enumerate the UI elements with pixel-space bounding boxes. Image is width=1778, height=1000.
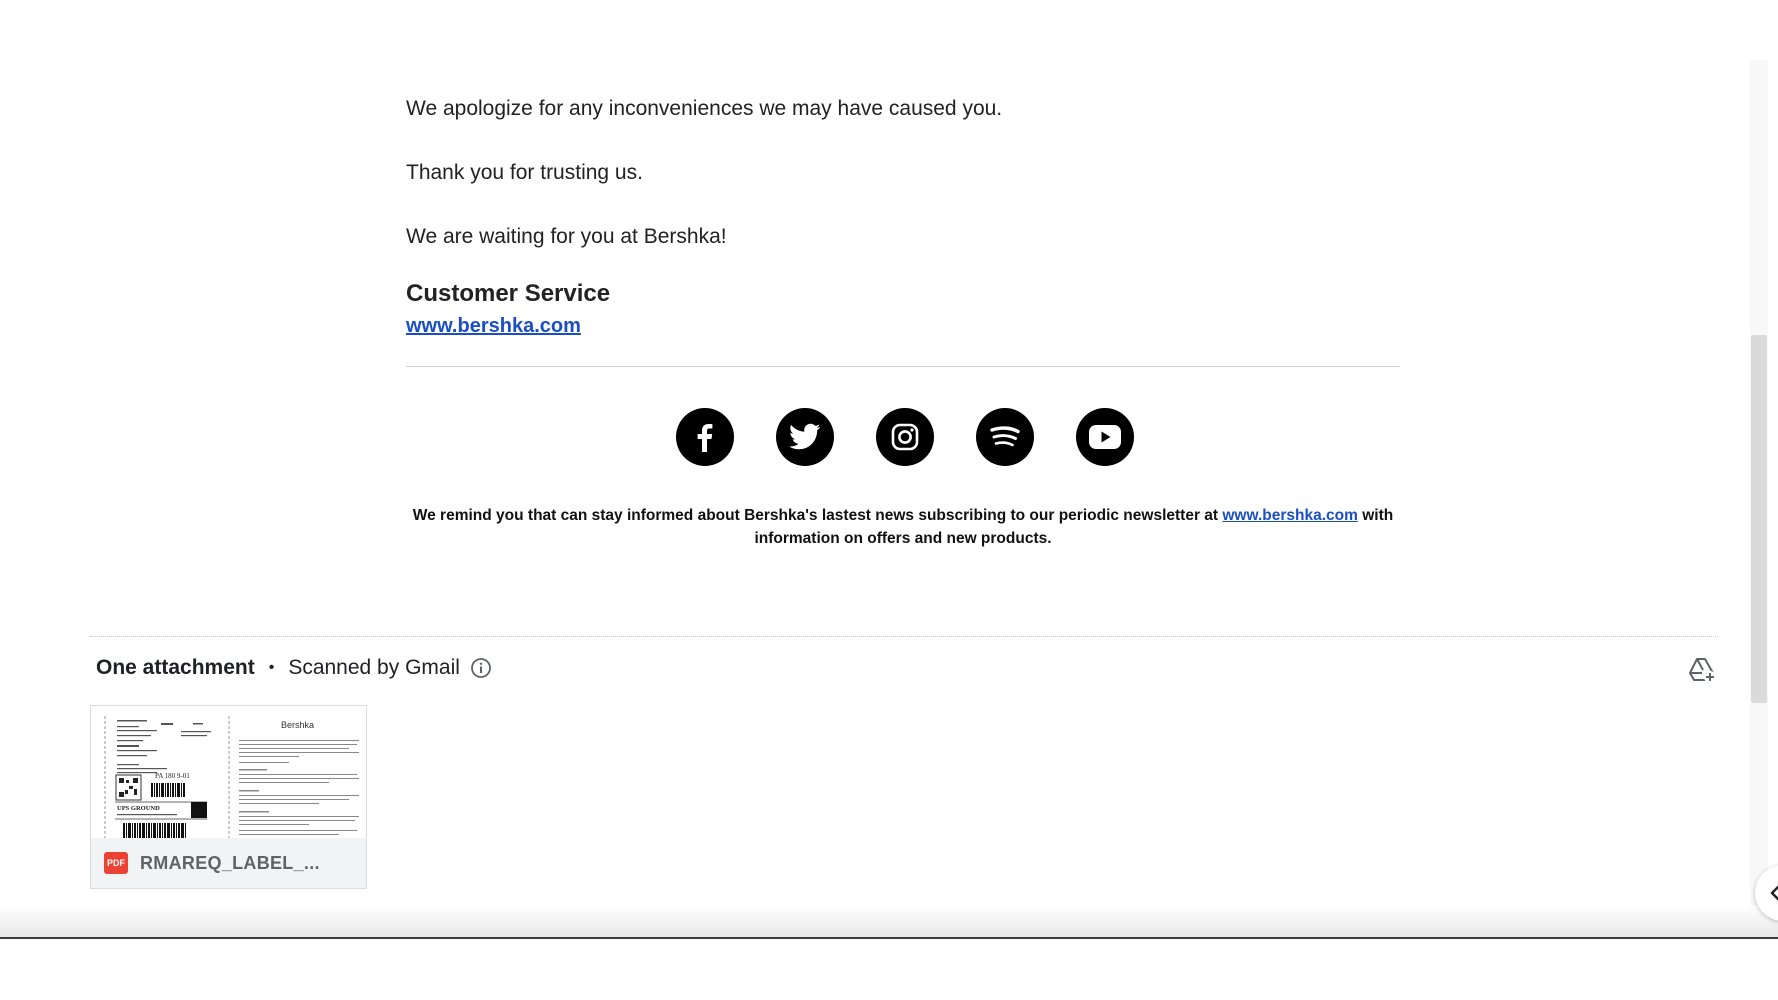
facebook-icon[interactable] (676, 408, 734, 466)
email-view: We apologize for any inconveniences we m… (0, 0, 1778, 1000)
attachment-preview: PA 180 9-01 UPS GROUND Bershka (91, 706, 366, 838)
message-paragraph-thanks: Thank you for trusting us. (406, 161, 643, 184)
preview-code: PA 180 9-01 (155, 772, 190, 780)
attachment-filename: RMAREQ_LABEL_... (140, 852, 320, 873)
attachment-footer: PDF RMAREQ_LABEL_... (91, 838, 366, 888)
add-to-drive-icon[interactable] (1687, 655, 1717, 685)
preview-service: UPS GROUND (117, 805, 160, 812)
chevron-left-icon (1770, 885, 1778, 901)
scrollbar-thumb[interactable] (1751, 335, 1767, 703)
youtube-icon[interactable] (1076, 408, 1134, 466)
social-links (676, 408, 1134, 466)
info-icon[interactable] (470, 657, 492, 679)
twitter-icon[interactable] (776, 408, 834, 466)
spotify-icon[interactable] (976, 408, 1034, 466)
scan-status: Scanned by Gmail (288, 656, 460, 679)
signature-title: Customer Service (406, 280, 611, 307)
bottom-border (0, 937, 1778, 939)
newsletter-website-link[interactable]: www.bershka.com (1222, 507, 1358, 524)
message-paragraph-waiting: We are waiting for you at Bershka! (406, 225, 727, 248)
message-paragraph-apology: We apologize for any inconveniences we m… (406, 97, 1003, 120)
newsletter-text-before: We remind you that can stay informed abo… (412, 507, 1223, 524)
attachment-card[interactable]: PA 180 9-01 UPS GROUND Bershka PDF RMARE… (90, 705, 367, 889)
attachment-count: One attachment (96, 656, 255, 679)
instagram-icon[interactable] (876, 408, 934, 466)
newsletter-notice: We remind you that can stay informed abo… (406, 504, 1400, 550)
attachments-header: One attachment • Scanned by Gmail (96, 656, 492, 680)
header-separator-dot: • (268, 659, 275, 676)
pdf-file-icon: PDF (104, 852, 128, 874)
signature-website-link[interactable]: www.bershka.com (406, 315, 581, 338)
footer-divider (406, 366, 1400, 367)
attachments-separator (90, 636, 1718, 637)
preview-brand: Bershka (281, 720, 314, 730)
bottom-fade (0, 906, 1778, 938)
